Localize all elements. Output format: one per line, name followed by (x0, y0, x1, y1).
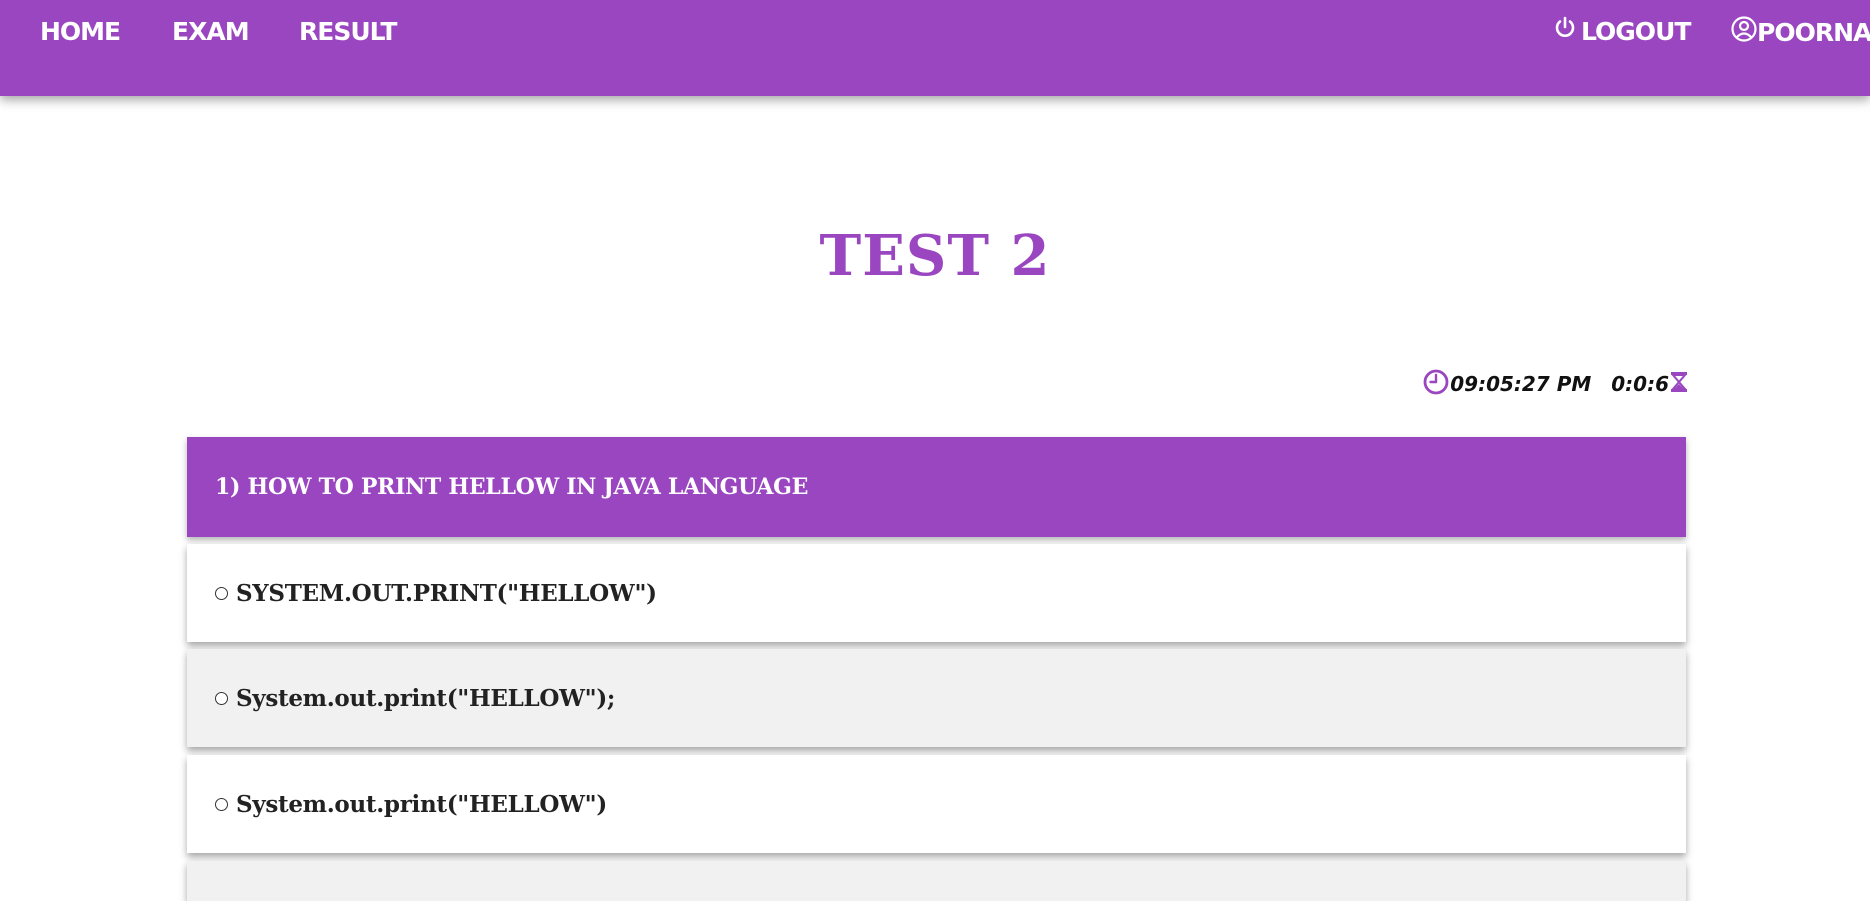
question-header: 1) HOW TO PRINT HELLOW IN JAVA LANGUAGE (187, 437, 1686, 537)
radio-button[interactable] (215, 797, 228, 811)
user-profile-link[interactable]: POORNA (1731, 16, 1870, 50)
user-name-label: POORNA (1757, 18, 1870, 47)
option-label: System.out.print("HELLOW"); (236, 684, 616, 712)
current-time: 09:05:27 PM (1450, 372, 1592, 396)
question-text: 1) HOW TO PRINT HELLOW IN JAVA LANGUAGE (215, 474, 809, 500)
radio-button[interactable] (215, 586, 228, 600)
nav-home-link[interactable]: HOME (40, 16, 121, 48)
top-navbar: HOME EXAM RESULT LOGOUT POORNA (0, 0, 1870, 96)
radio-button[interactable] (215, 691, 228, 705)
nav-result-link[interactable]: RESULT (299, 16, 397, 48)
power-icon (1553, 16, 1577, 48)
elapsed-timer: 0:0:6 (1611, 372, 1669, 396)
page-title: TEST 2 (819, 223, 1051, 289)
answer-option-1[interactable]: SYSTEM.OUT.PRINT("HELLOW") (187, 544, 1686, 642)
nav-exam-link[interactable]: EXAM (172, 16, 250, 48)
timer-row: 09:05:27 PM 0:0:6 (1423, 368, 1688, 400)
clock-icon (1423, 369, 1449, 400)
answer-option-2[interactable]: System.out.print("HELLOW"); (187, 649, 1686, 747)
option-label: System.out.print("HELLOW") (236, 790, 607, 818)
logout-button[interactable]: LOGOUT (1553, 16, 1691, 48)
option-label: SYSTEM.OUT.PRINT("HELLOW") (236, 579, 657, 607)
user-circle-icon (1731, 16, 1757, 50)
hourglass-icon (1670, 371, 1688, 398)
answer-option-4[interactable] (187, 861, 1686, 901)
answer-option-3[interactable]: System.out.print("HELLOW") (187, 755, 1686, 853)
logout-label: LOGOUT (1581, 17, 1691, 46)
